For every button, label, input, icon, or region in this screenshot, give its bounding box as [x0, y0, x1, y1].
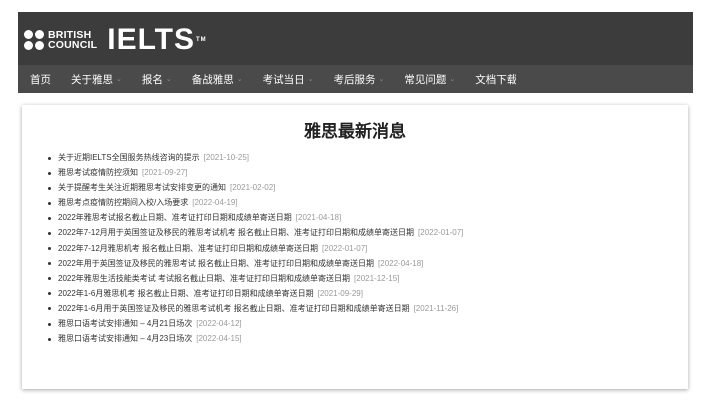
page-title: 雅思最新消息: [304, 122, 406, 141]
news-date: [2021-10-25]: [203, 153, 250, 162]
main-nav: 首页 关于雅思 ⌄ 报名 ⌄ 备战雅思 ⌄ 考试当日 ⌄ 考后服务 ⌄ 常见问题…: [18, 65, 517, 93]
list-item: 雅思口语考试安排通知 – 4月23日场次 [2022-04-15]: [48, 331, 463, 346]
list-item: 雅思考点疫情防控期间入校/入场要求 [2022-04-19]: [48, 195, 463, 210]
nav-label: 文档下载: [475, 73, 518, 86]
chevron-down-icon: ⌄: [378, 76, 385, 83]
news-date: [2021-09-27]: [142, 168, 188, 178]
trademark-mark: TM: [196, 37, 207, 43]
nav-label: 首页: [30, 73, 51, 86]
list-item: 雅思口语考试安排通知 – 4月21日场次 [2022-04-12]: [48, 316, 463, 331]
chevron-down-icon: ⌄: [236, 76, 243, 83]
news-list: 关于近期IELTS全国服务热线咨询的提示 [2021-10-25] 雅思考试疫情防…: [48, 150, 463, 346]
news-link[interactable]: 关于提醒考生关注近期雅思考试安排变更的通知: [58, 183, 226, 192]
chevron-down-icon: ⌄: [449, 76, 456, 83]
news-link[interactable]: 雅思口语考试安排通知 – 4月21日场次: [58, 319, 192, 328]
news-link[interactable]: 2022年7-12月用于英国签证及移民的雅思考试机考 报名截止日期、准考证打印日…: [58, 228, 414, 237]
news-date: [2021-02-02]: [230, 183, 276, 193]
news-date: [2021-09-29]: [317, 288, 363, 298]
chevron-down-icon: ⌄: [116, 76, 122, 83]
list-item: 2022年7-12月雅思机考 报名截止日期、准考证打印日期和成绩单寄送日期 [20…: [48, 241, 463, 256]
british-council-ielts-logo[interactable]: BRITISH COUNCIL IELTSTM: [24, 25, 207, 55]
news-date: [2022-04-15]: [196, 334, 242, 344]
nav-item-downloads[interactable]: 文档下载: [475, 65, 517, 93]
news-date: [2021-12-15]: [354, 273, 400, 283]
brand-line-2: COUNCIL: [48, 39, 98, 51]
news-date: [2022-01-07]: [322, 243, 368, 253]
news-link[interactable]: 2022年雅思考试报名截止日期、准考证打印日期和成绩单寄送日期: [58, 213, 292, 222]
nav-item-test-day[interactable]: 考试当日 ⌄: [263, 65, 314, 93]
british-council-dots-icon: [24, 30, 44, 50]
nav-label: 备战雅思: [191, 73, 234, 86]
news-date: [2022-01-07]: [418, 228, 464, 238]
nav-label: 报名: [141, 73, 163, 86]
news-date: [2022-04-18]: [378, 258, 424, 268]
list-item: 2022年雅思考试报名截止日期、准考证打印日期和成绩单寄送日期 [2021-04-…: [48, 210, 463, 225]
list-item: 关于近期IELTS全国服务热线咨询的提示 [2021-10-25]: [48, 150, 463, 165]
news-panel: 雅思最新消息 关于近期IELTS全国服务热线咨询的提示 [2021-10-25] …: [22, 105, 688, 389]
chevron-down-icon: ⌄: [307, 76, 314, 83]
nav-label: 常见问题: [404, 73, 447, 86]
news-link[interactable]: 雅思考点疫情防控期间入校/入场要求: [58, 198, 188, 207]
list-item: 2022年1-6月雅思机考 报名截止日期、准考证打印日期和成绩单寄送日期 [202…: [48, 286, 463, 301]
site-header: BRITISH COUNCIL IELTSTM: [18, 12, 693, 65]
list-item: 2022年雅思生活技能类考试 考试报名截止日期、准考证打印日期和成绩单寄送日期 […: [48, 271, 463, 286]
news-link[interactable]: 2022年1-6月雅思机考 报名截止日期、准考证打印日期和成绩单寄送日期: [58, 289, 314, 298]
list-item: 2022年7-12月用于英国签证及移民的雅思考试机考 报名截止日期、准考证打印日…: [48, 225, 463, 240]
nav-item-prepare[interactable]: 备战雅思 ⌄: [192, 65, 243, 93]
news-link[interactable]: 2022年用于英国签证及移民的雅思考试 报名截止日期、准考证打印日期和成绩单寄送…: [58, 259, 374, 268]
list-item: 雅思考试疫情防控须知 [2021-09-27]: [48, 165, 463, 180]
list-item: 2022年1-6月用于英国签证及移民的雅思考试机考 报名截止日期、准考证打印日期…: [48, 301, 463, 316]
news-link[interactable]: 2022年7-12月雅思机考 报名截止日期、准考证打印日期和成绩单寄送日期: [58, 244, 318, 253]
nav-item-after-test[interactable]: 考后服务 ⌄: [334, 65, 385, 93]
news-date: [2022-04-19]: [192, 198, 238, 208]
nav-label: 考试当日: [262, 73, 305, 86]
nav-item-about-ielts[interactable]: 关于雅思 ⌄: [71, 65, 122, 93]
list-item: 2022年用于英国签证及移民的雅思考试 报名截止日期、准考证打印日期和成绩单寄送…: [48, 256, 463, 271]
news-link[interactable]: 关于近期IELTS全国服务热线咨询的提示: [58, 153, 200, 162]
news-date: [2022-04-12]: [196, 319, 242, 329]
nav-label: 考后服务: [333, 73, 376, 86]
british-council-wordmark: BRITISH COUNCIL: [48, 30, 98, 51]
nav-label: 关于雅思: [71, 73, 113, 86]
news-date: [2021-04-18]: [295, 213, 342, 223]
nav-item-register[interactable]: 报名 ⌄: [142, 65, 172, 93]
ielts-wordmark: IELTSTM: [107, 25, 206, 55]
nav-item-faq[interactable]: 常见问题 ⌄: [404, 65, 455, 93]
chevron-down-icon: ⌄: [165, 76, 172, 83]
list-item: 关于提醒考生关注近期雅思考试安排变更的通知 [2021-02-02]: [48, 180, 463, 195]
news-link[interactable]: 雅思考试疫情防控须知: [58, 168, 138, 177]
nav-item-home[interactable]: 首页: [30, 65, 51, 93]
nav-bar-filler: [516, 65, 693, 93]
news-link[interactable]: 2022年1-6月用于英国签证及移民的雅思考试机考 报名截止日期、准考证打印日期…: [58, 304, 410, 313]
ielts-text: IELTS: [107, 23, 196, 56]
news-link[interactable]: 2022年雅思生活技能类考试 考试报名截止日期、准考证打印日期和成绩单寄送日期: [58, 274, 350, 283]
news-link[interactable]: 雅思口语考试安排通知 – 4月23日场次: [58, 334, 192, 343]
news-date: [2021-11-26]: [413, 303, 459, 313]
